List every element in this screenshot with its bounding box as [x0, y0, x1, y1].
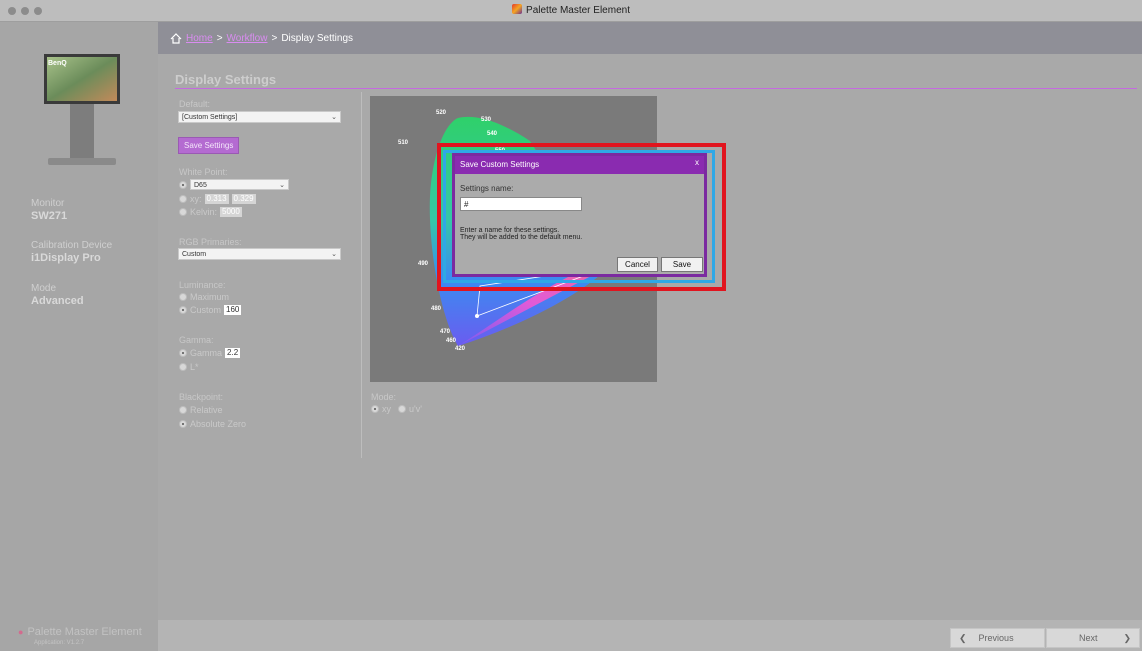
window-titlebar: Palette Master Element: [0, 0, 1142, 22]
chevron-down-icon: ⌄: [331, 114, 337, 121]
svg-text:BenQ: BenQ: [48, 60, 67, 67]
page-title: Display Settings: [175, 72, 277, 87]
brand-name: ● Palette Master Element: [18, 626, 142, 638]
breadcrumb-separator: >: [271, 33, 278, 44]
rgb-primaries-select[interactable]: Custom ⌄: [178, 248, 341, 260]
wavelength-label: 540: [487, 131, 498, 137]
save-settings-button[interactable]: Save Settings: [178, 137, 240, 154]
chevron-right-icon: ❯: [1123, 632, 1132, 643]
mode-select-label: Mode:: [371, 392, 397, 402]
breadcrumb-current: Display Settings: [281, 33, 354, 44]
blackpoint-absolute-radio[interactable]: [179, 420, 187, 428]
save-button[interactable]: Save: [661, 257, 703, 272]
cancel-button[interactable]: Cancel: [617, 257, 658, 272]
xy-y-input[interactable]: 0.329: [231, 194, 256, 204]
white-point-preset-radio[interactable]: [179, 180, 187, 189]
next-button[interactable]: Next ❯: [1046, 628, 1140, 648]
wavelength-label: 420: [455, 346, 466, 352]
previous-button[interactable]: ❮ Previous: [950, 628, 1045, 648]
app-logo-icon: [512, 4, 523, 14]
kelvin-input[interactable]: 5000: [220, 207, 242, 217]
mode-value: Advanced: [31, 295, 84, 307]
white-point-label: White Point:: [179, 167, 228, 177]
white-point-select[interactable]: D65 ⌄: [190, 179, 289, 190]
close-icon[interactable]: x: [695, 158, 699, 167]
dialog-header: Save Custom Settings x: [455, 156, 704, 174]
luminance-input[interactable]: 160: [224, 305, 242, 315]
mode-label: Mode: [31, 283, 57, 294]
sidebar: BenQ Monitor SW271 Calibration Device i1…: [0, 22, 158, 651]
settings-name-input[interactable]: #: [460, 197, 582, 211]
breadcrumb-workflow-link[interactable]: Workflow: [227, 33, 268, 44]
gamma-radio[interactable]: [179, 349, 187, 357]
title-divider: [175, 88, 1137, 89]
breadcrumb-bar: Home > Workflow > Display Settings: [158, 22, 1142, 54]
rgb-primaries-label: RGB Primaries:: [179, 237, 242, 247]
app-version: Application: V1.2.7: [34, 640, 85, 646]
default-select[interactable]: [Custom Settings] ⌄: [178, 111, 341, 123]
monitor-image: BenQ: [44, 54, 120, 165]
wavelength-label: 520: [436, 110, 447, 116]
wavelength-label: 460: [446, 338, 457, 344]
bottom-nav-bar: ❮ Previous Next ❯: [158, 620, 1142, 651]
main-content: Display Settings Default: [Custom Settin…: [158, 54, 1142, 620]
gamut-vertex: [475, 314, 479, 318]
xy-x-input[interactable]: 0.313: [204, 194, 229, 204]
settings-name-label: Settings name:: [460, 184, 514, 193]
monitor-label: Monitor: [31, 198, 65, 209]
monitor-value: SW271: [31, 210, 68, 222]
wavelength-label: 510: [398, 140, 409, 146]
home-icon[interactable]: [170, 33, 182, 44]
mode-uv-radio[interactable]: [398, 405, 406, 413]
chevron-down-icon: ⌄: [331, 251, 337, 258]
calibration-device-value: i1Display Pro: [31, 252, 101, 264]
chevron-down-icon: ⌄: [279, 182, 285, 189]
luminance-label: Luminance:: [179, 280, 226, 290]
luminance-maximum-radio[interactable]: [179, 293, 187, 301]
blackpoint-label: Blackpoint:: [179, 392, 224, 402]
window-title: Palette Master Element: [526, 5, 630, 16]
wavelength-label: 480: [431, 306, 442, 312]
white-point-kelvin-radio[interactable]: [179, 208, 187, 216]
default-label: Default:: [179, 99, 211, 109]
brand-logo-icon: ●: [18, 627, 24, 637]
lstar-radio[interactable]: [179, 363, 187, 371]
blackpoint-relative-radio[interactable]: [179, 406, 187, 414]
white-point-xy-radio[interactable]: [179, 195, 187, 203]
wavelength-label: 530: [481, 117, 492, 123]
save-custom-settings-dialog: Save Custom Settings x Settings name: # …: [452, 153, 707, 277]
wavelength-label: 470: [440, 329, 451, 335]
calibration-device-label: Calibration Device: [31, 240, 113, 251]
gamma-input[interactable]: 2.2: [225, 348, 241, 358]
dialog-title: Save Custom Settings: [460, 160, 540, 169]
luminance-custom-radio[interactable]: [179, 306, 187, 314]
chevron-left-icon: ❮: [959, 632, 967, 643]
breadcrumb-separator: >: [216, 33, 223, 44]
breadcrumb-home-link[interactable]: Home: [186, 33, 213, 44]
vertical-divider: [361, 92, 362, 458]
breadcrumb: Home > Workflow > Display Settings: [170, 33, 353, 44]
wavelength-label: 490: [418, 261, 429, 267]
dialog-message: Enter a name for these settings. They wi…: [460, 227, 583, 241]
gamma-label: Gamma:: [179, 335, 214, 345]
mode-xy-radio[interactable]: [371, 405, 379, 413]
